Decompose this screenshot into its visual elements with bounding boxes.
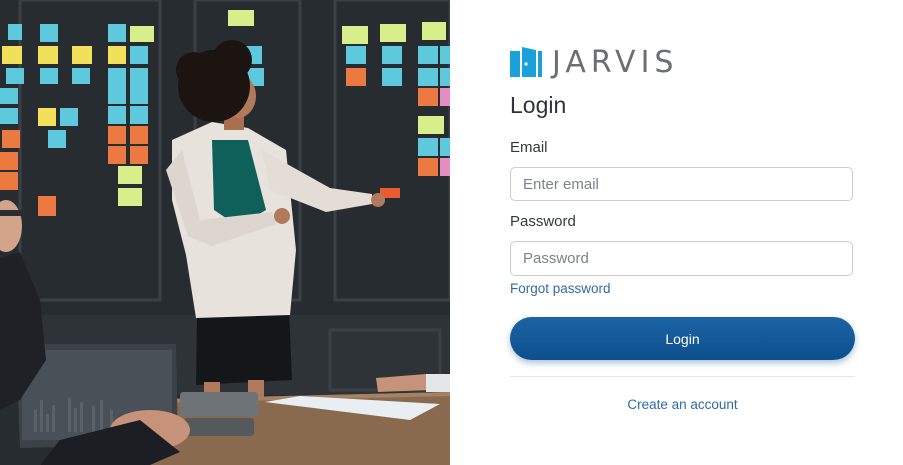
email-label: Email — [510, 139, 548, 156]
forgot-password-link[interactable]: Forgot password — [510, 281, 611, 296]
password-label: Password — [510, 213, 576, 230]
email-field[interactable] — [510, 167, 853, 201]
meeting-illustration — [0, 0, 450, 465]
brand-logo: JARVIS — [510, 46, 678, 80]
brand-name: JARVIS — [552, 45, 679, 80]
create-account-link[interactable]: Create an account — [510, 397, 855, 412]
login-panel: JARVIS Login Email Password Forgot passw… — [450, 0, 903, 465]
login-button[interactable]: Login — [510, 317, 855, 360]
hero-photo — [0, 0, 450, 465]
password-field[interactable] — [510, 241, 853, 276]
door-logo-icon — [510, 47, 542, 77]
page-title: Login — [510, 92, 567, 118]
divider — [510, 376, 855, 377]
